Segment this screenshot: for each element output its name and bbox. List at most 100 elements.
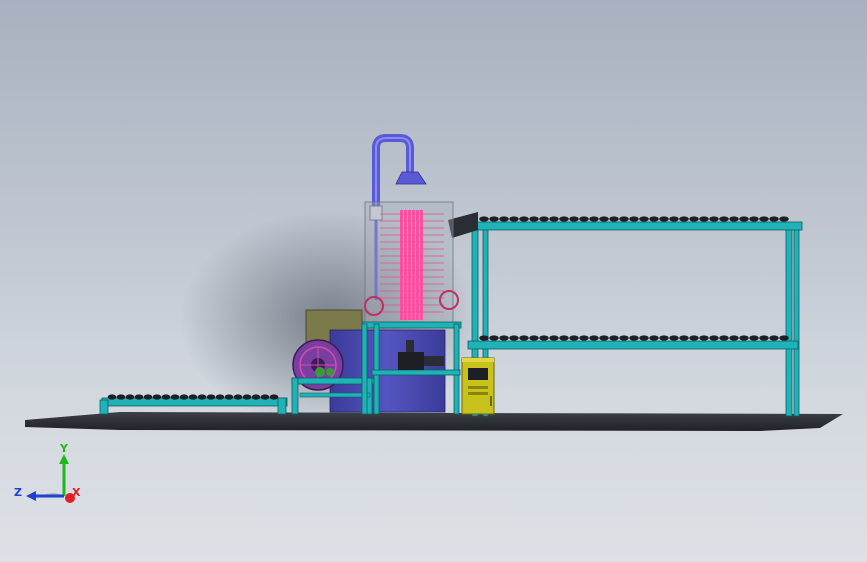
- roller: [188, 394, 198, 400]
- roller: [729, 216, 739, 222]
- roller: [689, 216, 699, 222]
- roller: [519, 216, 529, 222]
- roller: [649, 335, 659, 341]
- roller: [779, 216, 789, 222]
- roller: [489, 335, 499, 341]
- roller: [729, 335, 739, 341]
- roller: [125, 394, 135, 400]
- roller: [479, 216, 489, 222]
- roller: [569, 216, 579, 222]
- roller: [669, 216, 679, 222]
- roller: [539, 216, 549, 222]
- heater-bar: [416, 210, 419, 320]
- roller: [749, 335, 759, 341]
- roller: [709, 335, 719, 341]
- roller: [569, 335, 579, 341]
- z-axis-label: Z: [14, 486, 22, 499]
- roller: [269, 394, 279, 400]
- roller: [629, 216, 639, 222]
- roller: [161, 394, 171, 400]
- roller: [639, 216, 649, 222]
- roller: [769, 335, 779, 341]
- roller: [699, 335, 709, 341]
- roller: [679, 216, 689, 222]
- orientation-triad[interactable]: Y Z X: [14, 440, 84, 510]
- heater-bar: [404, 210, 407, 320]
- roller: [519, 335, 529, 341]
- roller: [143, 394, 153, 400]
- roller: [579, 335, 589, 341]
- heater-bar: [412, 210, 415, 320]
- cabinet-display: [468, 368, 488, 380]
- roller: [619, 335, 629, 341]
- roller: [197, 394, 207, 400]
- rack-frame[interactable]: [448, 212, 803, 417]
- graphics-viewport[interactable]: Y Z X: [0, 0, 867, 562]
- roller: [509, 335, 519, 341]
- roller: [759, 335, 769, 341]
- roller: [589, 216, 599, 222]
- roller: [549, 335, 559, 341]
- roller: [479, 335, 489, 341]
- heater-bar: [420, 210, 423, 320]
- roller: [719, 335, 729, 341]
- roller: [170, 394, 180, 400]
- top-shelf-rollers: [479, 216, 789, 222]
- x-axis-label: X: [72, 486, 81, 499]
- roller: [739, 335, 749, 341]
- floor-slab[interactable]: [25, 412, 843, 431]
- roller: [489, 216, 499, 222]
- roller: [589, 335, 599, 341]
- roller: [107, 394, 117, 400]
- roller: [116, 394, 126, 400]
- roller: [529, 216, 539, 222]
- roller: [206, 394, 216, 400]
- roller: [260, 394, 270, 400]
- roller: [559, 335, 569, 341]
- roller: [719, 216, 729, 222]
- control-cabinet[interactable]: [461, 357, 495, 415]
- roller: [739, 216, 749, 222]
- roller: [599, 216, 609, 222]
- roller: [579, 216, 589, 222]
- roller: [215, 394, 225, 400]
- heater-bar: [400, 210, 403, 320]
- roller: [251, 394, 261, 400]
- roller: [609, 216, 619, 222]
- roller: [779, 335, 789, 341]
- roller: [619, 216, 629, 222]
- roller: [669, 335, 679, 341]
- roller: [659, 216, 669, 222]
- roller: [233, 394, 243, 400]
- roller: [559, 216, 569, 222]
- roller: [769, 216, 779, 222]
- y-axis-label: Y: [60, 442, 68, 455]
- heater-bar: [408, 210, 411, 320]
- roller: [749, 216, 759, 222]
- roller: [509, 216, 519, 222]
- roller: [639, 335, 649, 341]
- roller: [759, 216, 769, 222]
- roller: [529, 335, 539, 341]
- roller: [242, 394, 252, 400]
- roller: [679, 335, 689, 341]
- roller: [699, 216, 709, 222]
- exhaust-hood: [395, 171, 427, 185]
- roller: [179, 394, 189, 400]
- heating-tower[interactable]: [356, 201, 462, 329]
- roller: [689, 335, 699, 341]
- roller: [609, 335, 619, 341]
- cad-model-scene[interactable]: [0, 0, 867, 562]
- roller: [539, 335, 549, 341]
- roller: [659, 335, 669, 341]
- roller: [134, 394, 144, 400]
- triad-graphic: [26, 454, 75, 503]
- roller: [224, 394, 234, 400]
- roller: [629, 335, 639, 341]
- roller: [709, 216, 719, 222]
- roller: [599, 335, 609, 341]
- roller: [152, 394, 162, 400]
- roller: [499, 216, 509, 222]
- roller: [499, 335, 509, 341]
- middle-shelf-rollers: [479, 335, 789, 341]
